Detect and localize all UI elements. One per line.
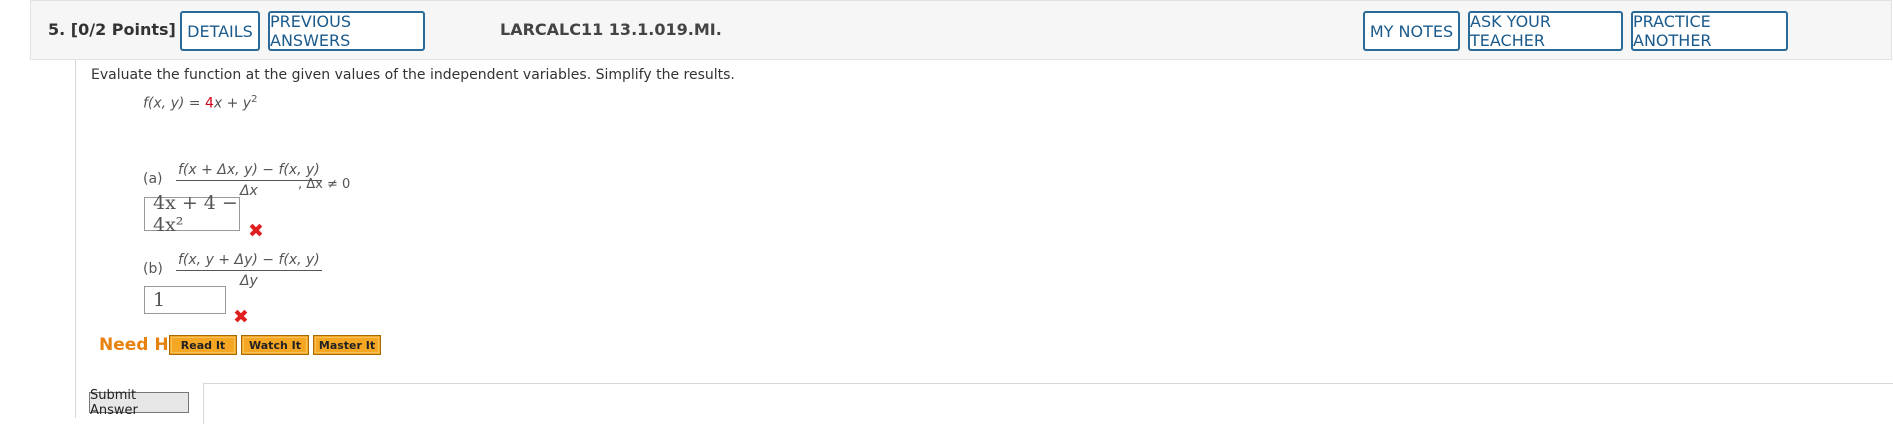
function-exponent: 2 (251, 94, 258, 105)
question-points: 5. [0/2 Points] (48, 20, 176, 39)
function-lhs: f(x, y) = (143, 95, 205, 112)
problem-code: LARCALC11 13.1.019.MI. (500, 20, 722, 39)
question-number: 5. (48, 20, 66, 39)
function-rest: x + y (213, 95, 252, 112)
part-a-label: (a) (143, 171, 163, 187)
question-body: Evaluate the function at the given value… (75, 60, 1893, 424)
ask-your-teacher-button[interactable]: ASK YOUR TEACHER (1468, 11, 1623, 51)
part-b-label: (b) (143, 261, 163, 277)
part-a-condition: , Δx ≠ 0 (298, 177, 351, 192)
my-notes-button[interactable]: MY NOTES (1363, 11, 1460, 51)
read-it-button[interactable]: Read It (169, 335, 237, 355)
points-label: [0/2 Points] (70, 20, 176, 39)
function-coefficient: 4 (204, 95, 214, 112)
submit-answer-button[interactable]: Submit Answer (89, 388, 189, 418)
master-it-button[interactable]: Master It (313, 335, 381, 355)
part-b-answer-field[interactable]: 1 (144, 286, 226, 314)
function-definition: f(x, y) = 4x + y2 (143, 94, 257, 112)
watch-it-button[interactable]: Watch It (241, 335, 309, 355)
part-b-numerator: f(x, y + Δy) − f(x, y) (176, 252, 322, 271)
practice-another-button[interactable]: PRACTICE ANOTHER (1631, 11, 1788, 51)
previous-answers-button[interactable]: PREVIOUS ANSWERS (268, 11, 425, 51)
question-prompt: Evaluate the function at the given value… (91, 67, 735, 83)
x-mark-icon: ✖ (233, 306, 249, 328)
part-b-fraction: f(x, y + Δy) − f(x, y) Δy (176, 252, 322, 289)
x-mark-icon: ✖ (248, 220, 264, 242)
details-button[interactable]: DETAILS (180, 11, 260, 51)
question-header: 5. [0/2 Points] DETAILS PREVIOUS ANSWERS… (30, 0, 1892, 60)
part-a-answer-field[interactable]: 4x + 4 − 4x² (144, 192, 240, 236)
